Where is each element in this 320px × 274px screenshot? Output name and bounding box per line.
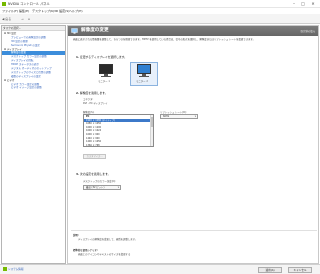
monitor-1-icon[interactable] bbox=[97, 64, 115, 78]
window-title: NVIDIA コントロール パネル bbox=[8, 2, 50, 6]
toolbar: ◀ 戻る → ⌂ bbox=[0, 14, 320, 24]
step-1-number: 1. bbox=[76, 55, 80, 59]
resolution-list[interactable]: PC 1920 × 1080 (ネイティブ) 1680 × 1050 1600 × 1… bbox=[83, 114, 154, 147]
sidebar-item[interactable]: ビデオ イメージ設定の調整 bbox=[2, 86, 65, 90]
refresh-rate-value: 60Hz bbox=[163, 115, 170, 118]
close-button[interactable]: ✕ bbox=[309, 1, 317, 7]
system-info-label: システム情報 bbox=[8, 268, 24, 271]
description-text: ディスプレイの解像度を変更して、画質を調整します。 bbox=[78, 238, 138, 241]
back-label: 戻る bbox=[5, 17, 12, 21]
customize-button[interactable]: カスタマイズ... bbox=[83, 154, 106, 159]
page-banner: 解像度の変更 既定値の復元 bbox=[68, 26, 318, 36]
back-arrow-icon: ◀ bbox=[2, 17, 5, 21]
system-info-link[interactable]: システム情報 bbox=[3, 267, 24, 273]
step-1-text: 変更するディスプレイを選択します。 bbox=[79, 55, 127, 59]
monitor-2-icon[interactable] bbox=[135, 64, 153, 78]
minimize-button[interactable]: – bbox=[290, 1, 298, 7]
chevron-down-icon: ▾ bbox=[117, 186, 119, 189]
color-depth-dropdown[interactable]: 最高 (32 ビット) ▾ bbox=[83, 185, 121, 190]
connector-value: DVI - PC ディスプレイ bbox=[83, 102, 108, 105]
chevron-down-icon: ▾ bbox=[194, 115, 196, 118]
color-depth-label: デスクトップのカラー深度(C): bbox=[83, 180, 117, 183]
apply-button[interactable]: 適用(A) bbox=[258, 267, 282, 273]
maximize-button[interactable]: □ bbox=[299, 1, 307, 7]
title-bar: NVIDIA コントロール パネル – □ ✕ bbox=[0, 0, 320, 8]
color-depth-value: 最高 (32 ビット) bbox=[86, 186, 105, 189]
step-3-text: 次の設定を適用します。 bbox=[79, 172, 111, 176]
info-icon bbox=[3, 267, 7, 271]
task-sidebar: タスクの選択... ⊟ 3D 設定 プレビューでの画像設定の調整 3D 設定の管理 S… bbox=[1, 25, 66, 264]
forward-button[interactable]: → bbox=[21, 16, 24, 22]
monitor-2-label: モニター 2 bbox=[136, 80, 148, 83]
home-button[interactable]: ⌂ bbox=[28, 16, 30, 22]
cancel-button[interactable]: キャンセル bbox=[288, 267, 312, 273]
step-2-text: 解像度を適用します。 bbox=[79, 91, 108, 95]
footer-bar: システム情報 適用(A) キャンセル bbox=[0, 264, 320, 274]
restore-defaults-link[interactable]: 既定値の復元 bbox=[301, 29, 315, 33]
step-2-heading: 2. 解像度を適用します。 bbox=[76, 91, 108, 95]
monitor-1-label: モニター 1 bbox=[98, 80, 110, 83]
back-button[interactable]: ◀ 戻る bbox=[2, 16, 22, 22]
page-title: 解像度の変更 bbox=[81, 28, 109, 33]
refresh-rate-dropdown[interactable]: 60Hz ▾ bbox=[160, 114, 198, 119]
step-2-number: 2. bbox=[76, 91, 80, 95]
step-3-number: 3. bbox=[76, 172, 80, 176]
resolution-option[interactable]: 1366 × 768 bbox=[84, 144, 153, 146]
task-tree: ⊟ 3D 設定 プレビューでの画像設定の調整 3D 設定の管理 Surround, P… bbox=[2, 31, 65, 90]
resolution-list-scrollbar[interactable] bbox=[150, 115, 153, 146]
divider bbox=[71, 230, 317, 231]
step-3-heading: 3. 次の設定を適用します。 bbox=[76, 172, 110, 176]
step-1-heading: 1. 変更するディスプレイを選択します。 bbox=[76, 55, 127, 59]
display-icon bbox=[71, 28, 78, 34]
page-description: 画面に表示される情報量を調整して、ちらつきを軽減できます。HDTV を使用してい… bbox=[73, 38, 256, 41]
scenario-text: 画面上のアイコンやテキストのサイズを変更する bbox=[78, 253, 131, 256]
nvidia-logo-icon bbox=[2, 2, 6, 6]
